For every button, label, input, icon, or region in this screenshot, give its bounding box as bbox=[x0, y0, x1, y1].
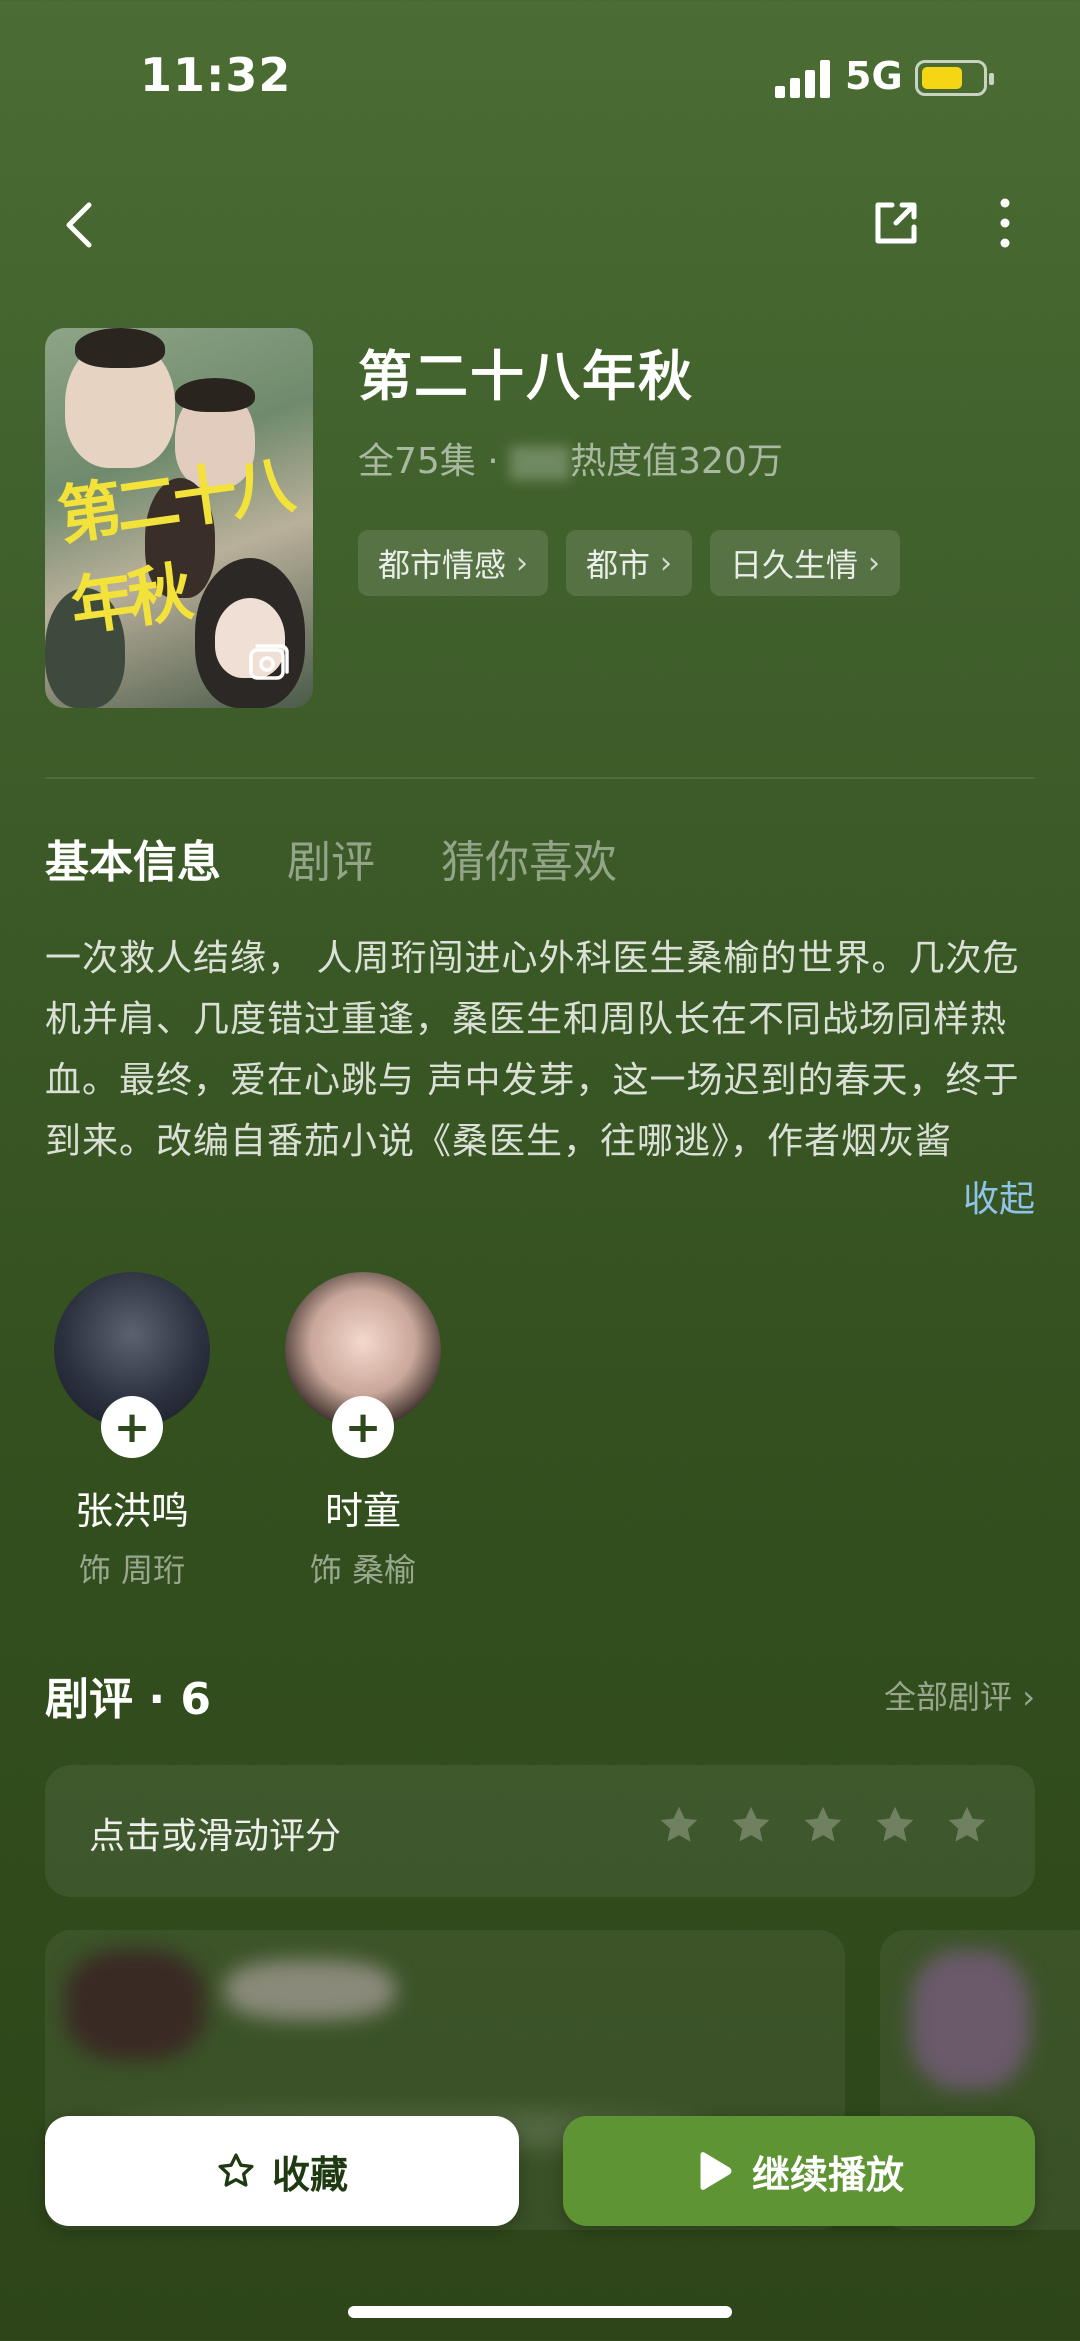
back-button[interactable] bbox=[55, 195, 105, 255]
play-icon bbox=[700, 2152, 732, 2190]
star-icon[interactable] bbox=[657, 1803, 701, 1847]
tag-button[interactable]: 日久生情 › bbox=[710, 530, 901, 596]
all-reviews-label: 全部剧评 bbox=[884, 1678, 1013, 1716]
all-reviews-link[interactable]: 全部剧评 › bbox=[884, 1672, 1035, 1718]
star-icon[interactable] bbox=[873, 1803, 917, 1847]
star-icon[interactable] bbox=[729, 1803, 773, 1847]
star-icon[interactable] bbox=[945, 1803, 989, 1847]
follow-button[interactable]: + bbox=[332, 1396, 394, 1458]
drama-title: 第二十八年秋 bbox=[358, 345, 694, 408]
synopsis-text: 一次救人结缘， 人周珩闯进心外科医生桑榆的世界。几次危机并肩、几度错过重逢，桑医… bbox=[45, 938, 1020, 1162]
reviews-title: 剧评 · 6 bbox=[45, 1674, 211, 1725]
rating-box[interactable]: 点击或滑动评分 bbox=[45, 1765, 1035, 1897]
tag-button[interactable]: 都市 › bbox=[566, 530, 693, 596]
cast-member: + 张洪鸣 饰 周珩 bbox=[47, 1272, 217, 1591]
rating-stars[interactable] bbox=[657, 1803, 989, 1847]
favorite-button[interactable]: 收藏 bbox=[45, 2116, 519, 2226]
gallery-icon bbox=[249, 644, 289, 680]
plus-icon: + bbox=[113, 1401, 151, 1453]
episode-count: 全75集 · bbox=[358, 441, 511, 482]
star-outline-icon bbox=[218, 2153, 254, 2187]
network-type: 5G bbox=[845, 54, 903, 98]
plus-icon: + bbox=[344, 1401, 382, 1453]
avatar[interactable]: + bbox=[285, 1272, 441, 1458]
tag-label: 日久生情 bbox=[730, 546, 859, 584]
drama-meta: 全75集 · 热度值320万 bbox=[358, 432, 783, 484]
poster-title-art: 第二十八年秋 bbox=[53, 447, 294, 646]
collapse-button[interactable]: 收起 bbox=[963, 1170, 1035, 1222]
share-button[interactable] bbox=[868, 195, 924, 251]
home-indicator[interactable] bbox=[348, 2306, 732, 2318]
avatar[interactable]: + bbox=[54, 1272, 210, 1458]
continue-play-button[interactable]: 继续播放 bbox=[563, 2116, 1035, 2226]
tag-label: 都市情感 bbox=[378, 546, 507, 584]
play-label: 继续播放 bbox=[751, 2152, 904, 2197]
chevron-right-icon: › bbox=[1022, 1678, 1035, 1716]
back-arrow-icon bbox=[66, 202, 92, 248]
cast-member: + 时童 饰 桑榆 bbox=[278, 1272, 448, 1591]
share-icon bbox=[875, 202, 917, 244]
tab-reviews[interactable]: 剧评 bbox=[287, 826, 375, 890]
status-bar: 11:32 5G bbox=[0, 0, 1080, 160]
cast-role: 饰 周珩 bbox=[78, 1551, 186, 1589]
tab-basic-info[interactable]: 基本信息 bbox=[45, 826, 221, 890]
cast-role: 饰 桑榆 bbox=[309, 1551, 417, 1589]
blurred-username bbox=[225, 1960, 395, 2020]
tag-label: 都市 bbox=[586, 546, 651, 584]
status-time: 11:32 bbox=[140, 48, 292, 102]
blurred-avatar bbox=[910, 1950, 1030, 2090]
cast-name: 时童 bbox=[324, 1489, 401, 1533]
chevron-right-icon: › bbox=[516, 545, 529, 581]
tab-recommendations[interactable]: 猜你喜欢 bbox=[441, 826, 617, 890]
drama-poster[interactable]: 第二十八年秋 bbox=[45, 328, 313, 708]
star-icon[interactable] bbox=[801, 1803, 845, 1847]
heat-value: 热度值320万 bbox=[570, 441, 783, 482]
battery-icon bbox=[915, 60, 994, 96]
detail-tabs: 基本信息 剧评 猜你喜欢 bbox=[45, 826, 617, 890]
tag-button[interactable]: 都市情感 › bbox=[358, 530, 549, 596]
chevron-right-icon: › bbox=[868, 545, 881, 581]
blurred-text bbox=[510, 446, 571, 480]
follow-button[interactable]: + bbox=[101, 1396, 163, 1458]
favorite-label: 收藏 bbox=[271, 2152, 348, 2197]
more-button[interactable] bbox=[985, 195, 1025, 251]
divider bbox=[45, 777, 1035, 779]
cast-name: 张洪鸣 bbox=[74, 1489, 189, 1533]
blurred-avatar bbox=[65, 1950, 205, 2060]
more-vertical-icon bbox=[1000, 198, 1010, 248]
signal-icon bbox=[775, 60, 831, 98]
genre-tags: 都市情感 › 都市 › 日久生情 › bbox=[358, 530, 901, 596]
chevron-right-icon: › bbox=[660, 545, 673, 581]
rating-prompt: 点击或滑动评分 bbox=[89, 1816, 342, 1857]
